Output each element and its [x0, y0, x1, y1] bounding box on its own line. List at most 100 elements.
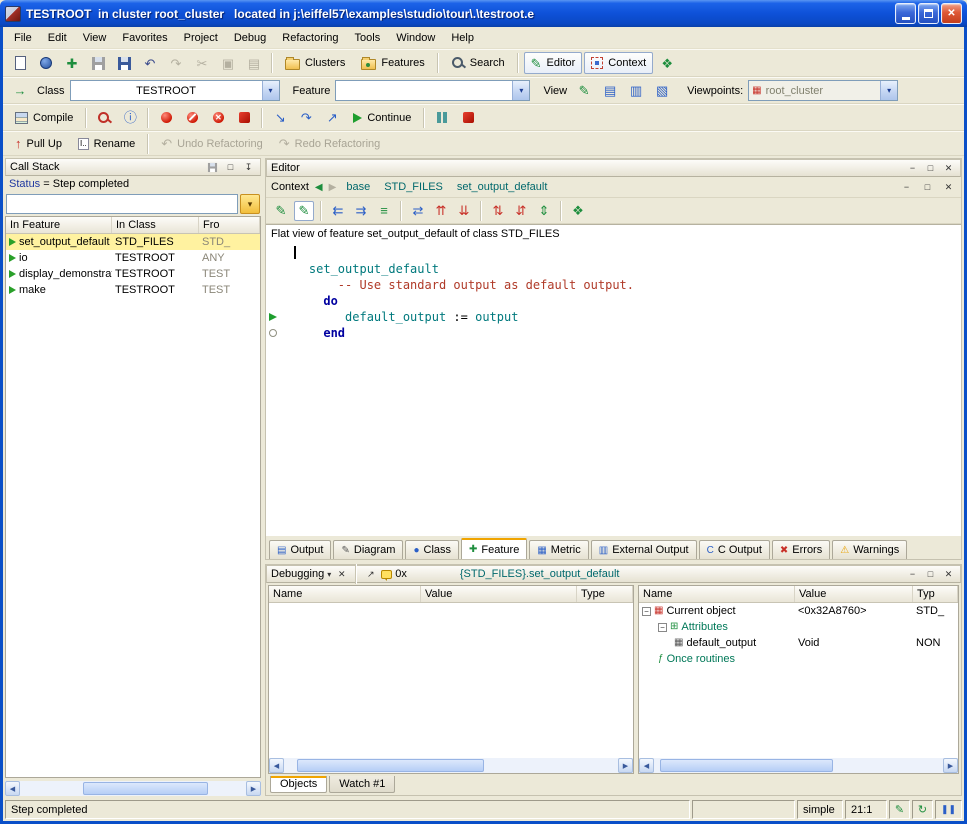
editor-close-button[interactable]: ✕ — [941, 161, 956, 175]
debug-search-button[interactable] — [92, 107, 116, 129]
history-back-button[interactable]: ◀ — [315, 182, 323, 193]
scroll-thumb[interactable] — [297, 759, 484, 772]
class-dropdown-button[interactable]: ▾ — [262, 81, 279, 100]
open-document-button[interactable] — [34, 52, 58, 74]
code-editor[interactable]: set_output_default -- Use standard outpu… — [266, 242, 961, 536]
column-header[interactable]: In Class — [112, 217, 199, 233]
column-header[interactable]: Value — [795, 586, 913, 602]
tab-class[interactable]: ●Class — [405, 540, 459, 559]
code-line[interactable]: end — [266, 325, 961, 341]
pause-button[interactable] — [430, 107, 454, 129]
scroll-left-button[interactable]: ◀ — [5, 781, 20, 796]
flat-view-icon[interactable]: ≡ — [374, 201, 394, 221]
assigners-icon[interactable]: ⇄ — [408, 201, 428, 221]
menu-refactoring[interactable]: Refactoring — [274, 29, 346, 47]
clickable-view-button[interactable]: ▤ — [598, 80, 622, 102]
breakpoint-slot-icon[interactable] — [269, 329, 277, 337]
gutter-cell[interactable] — [266, 325, 280, 341]
continue-button[interactable]: Continue — [346, 107, 418, 129]
scroll-left-button[interactable]: ◀ — [639, 758, 654, 773]
scroll-right-button[interactable]: ▶ — [943, 758, 958, 773]
object-tree-row[interactable]: ƒOnce routines — [639, 651, 958, 667]
diagram-tool-button[interactable]: ❖ — [655, 52, 679, 74]
paste-button[interactable]: ▤ — [242, 52, 266, 74]
scroll-track[interactable] — [20, 781, 246, 796]
menu-favorites[interactable]: Favorites — [114, 29, 175, 47]
object-tree-row[interactable]: −⊞Attributes — [639, 619, 958, 635]
open-in-new-editor-icon[interactable]: ✎ — [294, 201, 314, 221]
viewpoints-dropdown-button[interactable]: ▾ — [880, 81, 897, 100]
callers-icon[interactable]: ⇇ — [328, 201, 348, 221]
clusters-button[interactable]: Clusters — [278, 52, 352, 74]
column-header[interactable]: Name — [269, 586, 421, 602]
menu-debug[interactable]: Debug — [226, 29, 274, 47]
editor-minimize-button[interactable]: − — [905, 161, 920, 175]
clients-icon[interactable]: ⇵ — [511, 201, 531, 221]
tab-warnings[interactable]: ⚠Warnings — [832, 540, 907, 559]
code-line[interactable] — [266, 245, 961, 261]
close-button[interactable]: ✕ — [941, 3, 962, 24]
menu-edit[interactable]: Edit — [40, 29, 75, 47]
context-crumb[interactable]: base — [346, 181, 370, 193]
context-crumb[interactable]: STD_FILES — [384, 181, 443, 193]
debugging-minimize-button[interactable]: − — [905, 567, 920, 581]
step-into-button[interactable]: ↘ — [268, 107, 292, 129]
contract-view-button[interactable]: ▧ — [650, 80, 674, 102]
search-button[interactable]: Search — [444, 52, 512, 74]
system-info-button[interactable]: ⓘ — [118, 107, 142, 129]
code-line[interactable]: default_output := output — [266, 309, 961, 325]
menu-file[interactable]: File — [6, 29, 40, 47]
gutter-cell[interactable] — [266, 245, 280, 261]
tab-output[interactable]: ▤Output — [269, 540, 331, 559]
gutter-cell[interactable] — [266, 277, 280, 293]
column-header[interactable]: Value — [421, 586, 577, 602]
call-stack-row[interactable]: set_output_defaultSTD_FILESSTD_ — [6, 234, 260, 250]
menu-view[interactable]: View — [75, 29, 115, 47]
raise-tool-button[interactable]: ↗ — [363, 567, 378, 581]
code-line[interactable]: do — [266, 293, 961, 309]
feature-dropdown-button[interactable]: ▾ — [512, 81, 529, 100]
object-tree-row[interactable]: −▦Current object<0x32A8760>STD_ — [639, 603, 958, 619]
ancestors-icon[interactable]: ⇈ — [431, 201, 451, 221]
stop-button[interactable] — [456, 107, 480, 129]
tab-errors[interactable]: ✖Errors — [772, 540, 830, 559]
scroll-track[interactable] — [654, 758, 943, 773]
scroll-track[interactable] — [284, 758, 618, 773]
cut-button[interactable]: ✂ — [190, 52, 214, 74]
editor-maximize-button[interactable]: □ — [923, 161, 938, 175]
suppliers-icon[interactable]: ⇅ — [488, 201, 508, 221]
tab-external-output[interactable]: ▥External Output — [591, 540, 697, 559]
show-stop-points-button[interactable] — [232, 107, 256, 129]
objects-tree[interactable]: −▦Current object<0x32A8760>STD_−⊞Attribu… — [639, 603, 958, 758]
call-stack-row[interactable]: display_demonstrat...TESTROOTTEST — [6, 266, 260, 282]
horizontal-scrollbar[interactable]: ◀ ▶ — [639, 758, 958, 773]
menu-project[interactable]: Project — [176, 29, 226, 47]
call-stack-maximize-button[interactable]: □ — [223, 160, 238, 174]
gutter-cell[interactable] — [266, 293, 280, 309]
debugging-close-tool-button[interactable]: ✕ — [334, 567, 349, 581]
scroll-right-button[interactable]: ▶ — [246, 781, 261, 796]
scroll-thumb[interactable] — [660, 759, 833, 772]
viewpoints-combobox[interactable]: ▦ root_cluster ▾ — [748, 80, 898, 101]
undo-button[interactable]: ↶ — [138, 52, 162, 74]
gutter-cell[interactable] — [266, 261, 280, 277]
context-close-button[interactable]: ✕ — [941, 180, 956, 194]
column-header[interactable]: Type — [577, 586, 633, 602]
compile-button[interactable]: Compile — [8, 107, 80, 129]
scroll-right-button[interactable]: ▶ — [618, 758, 633, 773]
scroll-thumb[interactable] — [83, 782, 207, 795]
debugging-maximize-button[interactable]: □ — [923, 567, 938, 581]
flat-view-button[interactable]: ▥ — [624, 80, 648, 102]
tab-objects[interactable]: Objects — [270, 776, 327, 793]
column-header[interactable]: Fro — [199, 217, 260, 233]
descendants-icon[interactable]: ⇊ — [454, 201, 474, 221]
context-crumb[interactable]: set_output_default — [457, 181, 548, 193]
expression-bubble-icon[interactable] — [381, 570, 392, 579]
debugging-header[interactable]: Debugging ▾ ✕ ↗ 0x {STD_FILES}.set_outpu… — [266, 565, 961, 583]
code-line[interactable]: set_output_default — [266, 261, 961, 277]
context-maximize-button[interactable]: □ — [920, 180, 935, 194]
context-toggle-button[interactable]: Context — [584, 52, 653, 74]
save-call-stack-button[interactable] — [205, 160, 220, 174]
code-line[interactable]: -- Use standard output as default output… — [266, 277, 961, 293]
call-stack-export-button[interactable]: ↧ — [241, 160, 256, 174]
